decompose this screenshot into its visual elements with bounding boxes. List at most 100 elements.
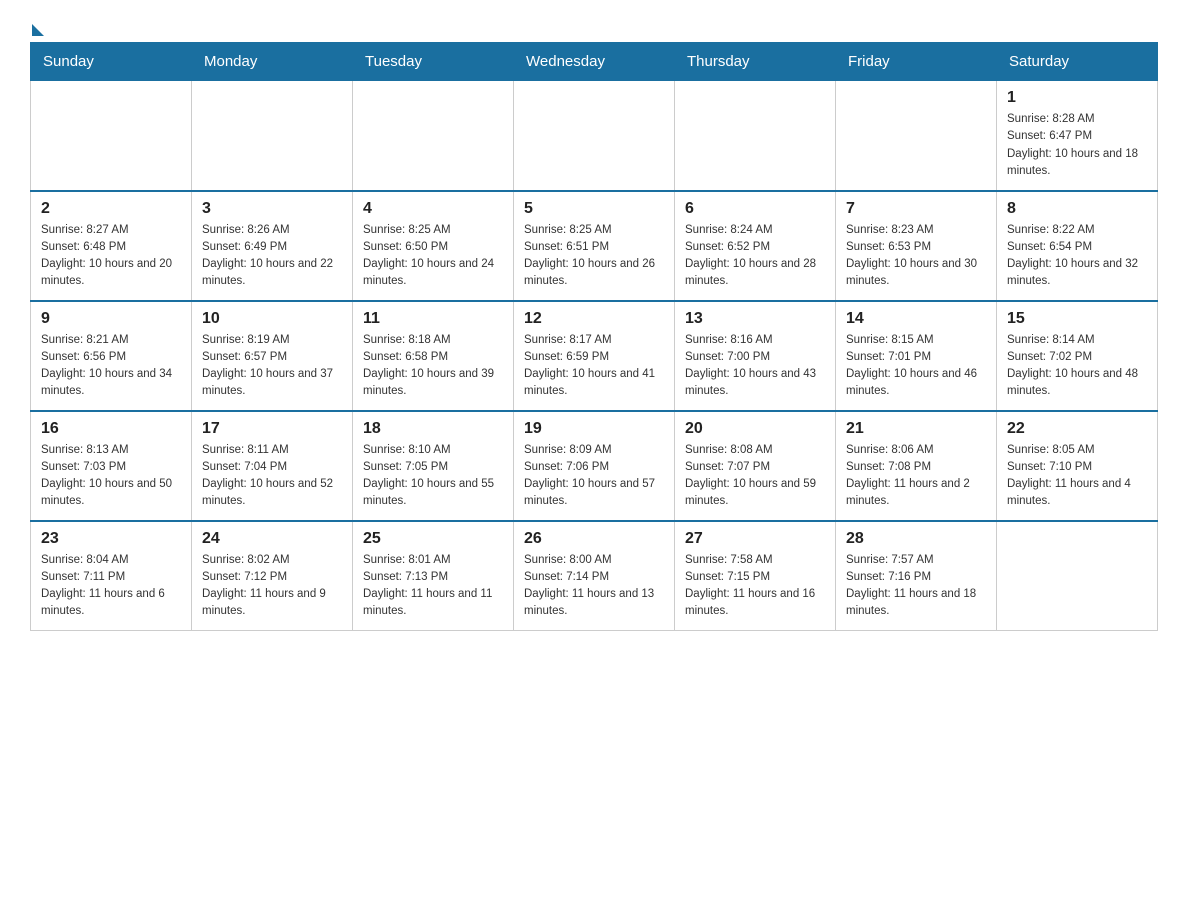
day-info: Sunrise: 8:09 AMSunset: 7:06 PMDaylight:… xyxy=(524,442,664,511)
day-number: 11 xyxy=(363,310,503,328)
day-number: 26 xyxy=(524,530,664,548)
calendar-cell: 4 Sunrise: 8:25 AMSunset: 6:50 PMDaylight… xyxy=(353,191,514,301)
calendar-cell: 11 Sunrise: 8:18 AMSunset: 6:58 PMDayligh… xyxy=(353,301,514,411)
calendar-cell: 14 Sunrise: 8:15 AMSunset: 7:01 PMDayligh… xyxy=(836,301,997,411)
day-info: Sunrise: 8:04 AMSunset: 7:11 PMDaylight:… xyxy=(41,552,181,621)
week-row-1: 1 Sunrise: 8:28 AMSunset: 6:47 PMDaylight… xyxy=(31,81,1158,191)
day-number: 7 xyxy=(846,200,986,218)
column-header-friday: Friday xyxy=(836,43,997,81)
week-row-2: 2 Sunrise: 8:27 AMSunset: 6:48 PMDaylight… xyxy=(31,191,1158,301)
day-info: Sunrise: 7:58 AMSunset: 7:15 PMDaylight:… xyxy=(685,552,825,621)
day-info: Sunrise: 8:17 AMSunset: 6:59 PMDaylight:… xyxy=(524,332,664,401)
calendar-cell xyxy=(31,81,192,191)
day-info: Sunrise: 8:14 AMSunset: 7:02 PMDaylight:… xyxy=(1007,332,1147,401)
calendar-cell: 23 Sunrise: 8:04 AMSunset: 7:11 PMDayligh… xyxy=(31,521,192,631)
calendar-cell: 22Sunrise: 8:05 AMSunset: 7:10 PMDayligh… xyxy=(997,411,1158,521)
calendar-cell: 20 Sunrise: 8:08 AMSunset: 7:07 PMDayligh… xyxy=(675,411,836,521)
day-number: 20 xyxy=(685,420,825,438)
calendar-cell: 18 Sunrise: 8:10 AMSunset: 7:05 PMDayligh… xyxy=(353,411,514,521)
day-number: 18 xyxy=(363,420,503,438)
day-number: 3 xyxy=(202,200,342,218)
day-number: 21 xyxy=(846,420,986,438)
column-header-sunday: Sunday xyxy=(31,43,192,81)
calendar-cell: 27 Sunrise: 7:58 AMSunset: 7:15 PMDayligh… xyxy=(675,521,836,631)
day-info: Sunrise: 8:02 AMSunset: 7:12 PMDaylight:… xyxy=(202,552,342,621)
day-number: 6 xyxy=(685,200,825,218)
calendar-cell: 28 Sunrise: 7:57 AMSunset: 7:16 PMDayligh… xyxy=(836,521,997,631)
column-header-monday: Monday xyxy=(192,43,353,81)
day-info: Sunrise: 8:11 AMSunset: 7:04 PMDaylight:… xyxy=(202,442,342,511)
day-info: Sunrise: 8:00 AMSunset: 7:14 PMDaylight:… xyxy=(524,552,664,621)
day-number: 22 xyxy=(1007,420,1147,438)
column-header-tuesday: Tuesday xyxy=(353,43,514,81)
day-info: Sunrise: 8:27 AMSunset: 6:48 PMDaylight:… xyxy=(41,222,181,291)
day-number: 1 xyxy=(1007,89,1147,107)
column-header-saturday: Saturday xyxy=(997,43,1158,81)
calendar-header-row: SundayMondayTuesdayWednesdayThursdayFrid… xyxy=(31,43,1158,81)
day-info: Sunrise: 8:19 AMSunset: 6:57 PMDaylight:… xyxy=(202,332,342,401)
week-row-4: 16 Sunrise: 8:13 AMSunset: 7:03 PMDayligh… xyxy=(31,411,1158,521)
day-info: Sunrise: 8:25 AMSunset: 6:50 PMDaylight:… xyxy=(363,222,503,291)
day-number: 24 xyxy=(202,530,342,548)
day-number: 28 xyxy=(846,530,986,548)
calendar-cell: 21 Sunrise: 8:06 AMSunset: 7:08 PMDayligh… xyxy=(836,411,997,521)
day-number: 10 xyxy=(202,310,342,328)
column-header-wednesday: Wednesday xyxy=(514,43,675,81)
day-info: Sunrise: 8:10 AMSunset: 7:05 PMDaylight:… xyxy=(363,442,503,511)
day-number: 16 xyxy=(41,420,181,438)
day-number: 14 xyxy=(846,310,986,328)
calendar-cell: 13 Sunrise: 8:16 AMSunset: 7:00 PMDayligh… xyxy=(675,301,836,411)
calendar-table: SundayMondayTuesdayWednesdayThursdayFrid… xyxy=(30,42,1158,631)
logo-triangle-icon xyxy=(32,24,44,36)
day-info: Sunrise: 8:26 AMSunset: 6:49 PMDaylight:… xyxy=(202,222,342,291)
day-info: Sunrise: 7:57 AMSunset: 7:16 PMDaylight:… xyxy=(846,552,986,621)
calendar-cell xyxy=(836,81,997,191)
calendar-cell: 15 Sunrise: 8:14 AMSunset: 7:02 PMDayligh… xyxy=(997,301,1158,411)
calendar-cell xyxy=(353,81,514,191)
day-number: 23 xyxy=(41,530,181,548)
day-number: 5 xyxy=(524,200,664,218)
day-info: Sunrise: 8:06 AMSunset: 7:08 PMDaylight:… xyxy=(846,442,986,511)
calendar-cell xyxy=(192,81,353,191)
day-number: 12 xyxy=(524,310,664,328)
day-number: 19 xyxy=(524,420,664,438)
day-info: Sunrise: 8:23 AMSunset: 6:53 PMDaylight:… xyxy=(846,222,986,291)
day-number: 27 xyxy=(685,530,825,548)
day-number: 2 xyxy=(41,200,181,218)
day-info: Sunrise: 8:16 AMSunset: 7:00 PMDaylight:… xyxy=(685,332,825,401)
day-number: 15 xyxy=(1007,310,1147,328)
calendar-cell xyxy=(997,521,1158,631)
day-info: Sunrise: 8:24 AMSunset: 6:52 PMDaylight:… xyxy=(685,222,825,291)
day-number: 8 xyxy=(1007,200,1147,218)
calendar-cell: 25 Sunrise: 8:01 AMSunset: 7:13 PMDayligh… xyxy=(353,521,514,631)
day-info: Sunrise: 8:25 AMSunset: 6:51 PMDaylight:… xyxy=(524,222,664,291)
day-number: 13 xyxy=(685,310,825,328)
week-row-5: 23 Sunrise: 8:04 AMSunset: 7:11 PMDayligh… xyxy=(31,521,1158,631)
calendar-cell: 26 Sunrise: 8:00 AMSunset: 7:14 PMDayligh… xyxy=(514,521,675,631)
day-info: Sunrise: 8:01 AMSunset: 7:13 PMDaylight:… xyxy=(363,552,503,621)
week-row-3: 9Sunrise: 8:21 AMSunset: 6:56 PMDaylight… xyxy=(31,301,1158,411)
page-header xyxy=(30,20,1158,32)
day-info: Sunrise: 8:18 AMSunset: 6:58 PMDaylight:… xyxy=(363,332,503,401)
calendar-cell: 8Sunrise: 8:22 AMSunset: 6:54 PMDaylight… xyxy=(997,191,1158,301)
column-header-thursday: Thursday xyxy=(675,43,836,81)
day-info: Sunrise: 8:15 AMSunset: 7:01 PMDaylight:… xyxy=(846,332,986,401)
calendar-cell: 5 Sunrise: 8:25 AMSunset: 6:51 PMDaylight… xyxy=(514,191,675,301)
day-number: 25 xyxy=(363,530,503,548)
calendar-cell: 12 Sunrise: 8:17 AMSunset: 6:59 PMDayligh… xyxy=(514,301,675,411)
calendar-cell xyxy=(675,81,836,191)
calendar-cell: 24 Sunrise: 8:02 AMSunset: 7:12 PMDayligh… xyxy=(192,521,353,631)
day-info: Sunrise: 8:13 AMSunset: 7:03 PMDaylight:… xyxy=(41,442,181,511)
calendar-cell xyxy=(514,81,675,191)
day-info: Sunrise: 8:28 AMSunset: 6:47 PMDaylight:… xyxy=(1007,111,1147,180)
calendar-cell: 19 Sunrise: 8:09 AMSunset: 7:06 PMDayligh… xyxy=(514,411,675,521)
calendar-cell: 3 Sunrise: 8:26 AMSunset: 6:49 PMDaylight… xyxy=(192,191,353,301)
calendar-cell: 7 Sunrise: 8:23 AMSunset: 6:53 PMDaylight… xyxy=(836,191,997,301)
calendar-cell: 6 Sunrise: 8:24 AMSunset: 6:52 PMDaylight… xyxy=(675,191,836,301)
day-number: 4 xyxy=(363,200,503,218)
calendar-cell: 16 Sunrise: 8:13 AMSunset: 7:03 PMDayligh… xyxy=(31,411,192,521)
calendar-cell: 17Sunrise: 8:11 AMSunset: 7:04 PMDayligh… xyxy=(192,411,353,521)
day-number: 9 xyxy=(41,310,181,328)
calendar-cell: 2 Sunrise: 8:27 AMSunset: 6:48 PMDaylight… xyxy=(31,191,192,301)
day-info: Sunrise: 8:08 AMSunset: 7:07 PMDaylight:… xyxy=(685,442,825,511)
